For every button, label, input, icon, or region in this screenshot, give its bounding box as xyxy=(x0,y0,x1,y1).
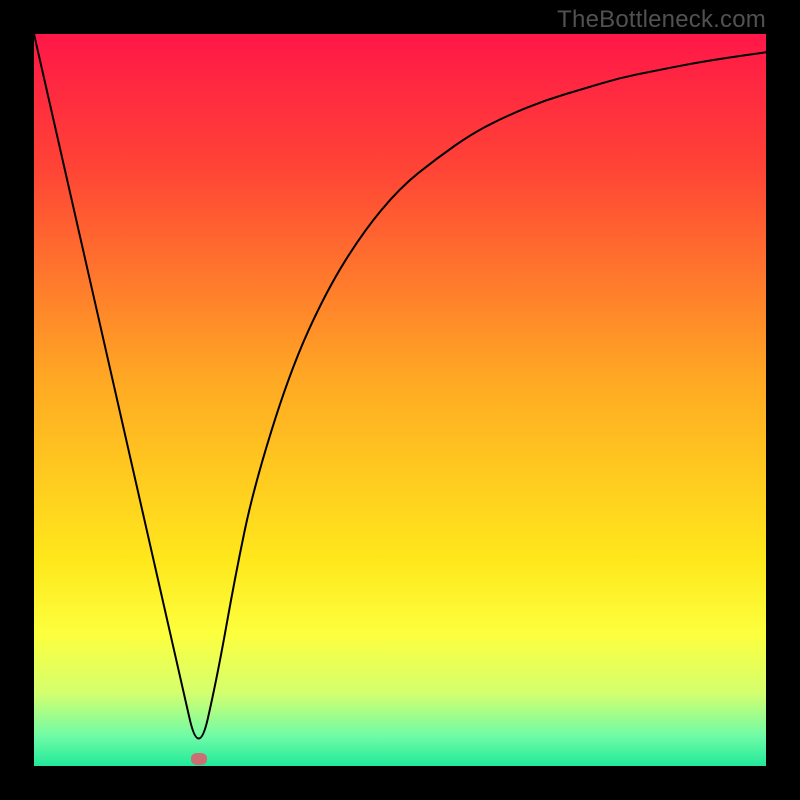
min-marker xyxy=(191,753,207,765)
bottleneck-curve xyxy=(34,34,766,766)
chart-frame: TheBottleneck.com xyxy=(0,0,800,800)
plot-area xyxy=(34,34,766,766)
watermark-text: TheBottleneck.com xyxy=(557,6,766,34)
